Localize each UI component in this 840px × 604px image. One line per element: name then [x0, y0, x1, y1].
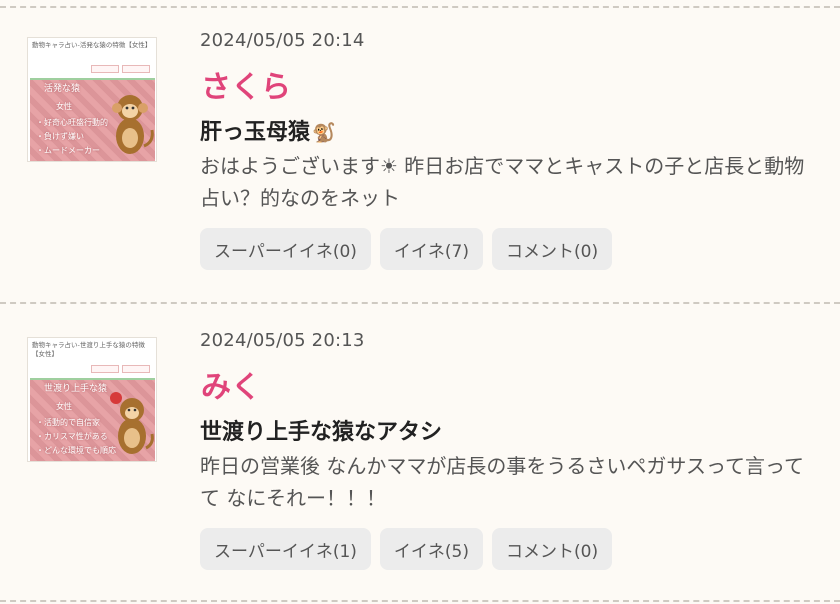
thumbnail-line: ・負けず嫌い	[36, 132, 84, 141]
thumbnail-card: 世渡り上手な猿 女性 ・活動的で自信家 ・カリスマ性がある ・どんな環境でも順応	[30, 378, 155, 461]
comment-button[interactable]: コメント(0)	[492, 528, 613, 570]
thumbnail-caption: 動物キャラ占い-世渡り上手な猿の特徴【女性】	[32, 341, 145, 358]
thumbnail-tabs	[91, 365, 150, 373]
thumbnail-line: ・活動的で自信家	[36, 418, 100, 427]
monkey-emoji-icon: 🐒	[312, 122, 336, 144]
post-title[interactable]: 世渡り上手な猿なアタシ	[200, 414, 442, 446]
thumbnail-line: 女性	[56, 102, 72, 111]
separator	[0, 600, 840, 602]
super-like-button[interactable]: スーパーイイネ(0)	[200, 228, 371, 270]
thumbnail-tab	[91, 65, 119, 73]
post-feed: 動物キャラ占い-活発な猿の特徴【女性】 活発な猿 女性 ・好奇心旺盛行動的 ・負…	[0, 0, 840, 604]
thumbnail-line: ・ムードメーカー	[36, 146, 100, 155]
like-button[interactable]: イイネ(5)	[379, 528, 484, 570]
post-title-text: 世渡り上手な猿なアタシ	[200, 420, 443, 445]
post-thumbnail[interactable]: 動物キャラ占い-活発な猿の特徴【女性】 活発な猿 女性 ・好奇心旺盛行動的 ・負…	[27, 37, 157, 162]
action-buttons: スーパーイイネ(0) イイネ(7) コメント(0)	[200, 228, 613, 270]
thumbnail-line: 活発な猿	[44, 84, 81, 94]
thumbnail-card: 活発な猿 女性 ・好奇心旺盛行動的 ・負けず嫌い ・ムードメーカー	[30, 78, 155, 161]
thumbnail-line: 世渡り上手な猿	[44, 384, 108, 394]
post-date: 2024/05/05 20:14	[200, 30, 365, 51]
post-body[interactable]: おはようございます☀︎ 昨日お店でママとキャストの子と店長と動物占い？的なのをネ…	[200, 150, 810, 214]
post-title[interactable]: 肝っ玉母猿 🐒	[200, 114, 336, 146]
post-thumbnail[interactable]: 動物キャラ占い-世渡り上手な猿の特徴【女性】 世渡り上手な猿 女性 ・活動的で自…	[27, 337, 157, 462]
user-name[interactable]: さくら	[201, 62, 291, 106]
separator	[0, 6, 840, 8]
thumbnail-tab	[122, 65, 150, 73]
thumbnail-line: ・カリスマ性がある	[36, 432, 108, 441]
thumbnail-caption: 動物キャラ占い-活発な猿の特徴【女性】	[32, 41, 152, 49]
thumbnail-tab	[122, 365, 150, 373]
monkey-icon	[112, 95, 154, 154]
thumbnail-tab	[91, 365, 119, 373]
monkey-icon	[110, 392, 154, 454]
post-body[interactable]: 昨日の営業後 なんかママが店長の事をうるさいペガサスって言ってて なにそれー！！…	[200, 450, 810, 514]
thumbnail-tabs	[91, 65, 150, 73]
user-name[interactable]: みく	[201, 362, 261, 406]
comment-button[interactable]: コメント(0)	[492, 228, 613, 270]
thumbnail-line: ・好奇心旺盛行動的	[36, 118, 108, 127]
post-date: 2024/05/05 20:13	[200, 330, 365, 351]
like-button[interactable]: イイネ(7)	[379, 228, 484, 270]
action-buttons: スーパーイイネ(1) イイネ(5) コメント(0)	[200, 528, 613, 570]
post-title-text: 肝っ玉母猿	[200, 120, 311, 145]
separator	[0, 302, 840, 304]
thumbnail-line: 女性	[56, 402, 72, 411]
super-like-button[interactable]: スーパーイイネ(1)	[200, 528, 371, 570]
